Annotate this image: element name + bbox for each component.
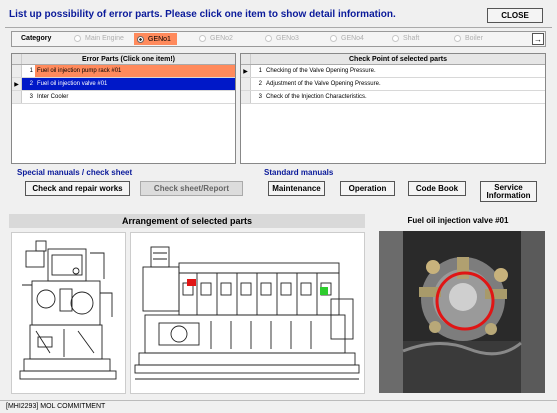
maintenance-button[interactable]: Maintenance [268, 181, 325, 196]
error-part-row[interactable]: 1 Fuel oil injection pump rack #01 [12, 65, 235, 78]
radio-dot-icon [392, 35, 399, 42]
row-number: 2 [22, 78, 35, 90]
error-part-row[interactable]: 3 Inter Cooler [12, 91, 235, 104]
instruction-text: List up possibility of error parts. Plea… [9, 9, 396, 20]
category-option-label: GENo1 [148, 35, 171, 43]
row-number: 3 [29, 94, 33, 100]
check-point-row[interactable]: 3 Check of the Injection Characteristics… [241, 91, 545, 104]
row-selector [241, 78, 251, 90]
radio-dot-icon [74, 35, 81, 42]
special-manuals-title: Special manuals / check sheet [17, 168, 133, 177]
check-points-header-label: Check Point of selected parts [348, 55, 448, 63]
category-shaft-radio[interactable]: Shaft [392, 35, 419, 42]
radio-dot-icon [199, 35, 206, 42]
engine-side-view-drawing [130, 232, 365, 394]
radio-dot-icon [265, 35, 272, 42]
row-number: 3 [258, 94, 262, 100]
check-and-repair-button[interactable]: Check and repair works [25, 181, 130, 196]
error-parts-header-label: Error Parts (Click one item!) [82, 55, 175, 63]
error-parts-header: Error Parts (Click one item!) [12, 54, 235, 65]
operation-button[interactable]: Operation [340, 181, 395, 196]
error-parts-grid: Error Parts (Click one item!) 1 Fuel oil… [11, 53, 236, 164]
close-button[interactable]: CLOSE [487, 8, 543, 23]
row-number: 2 [258, 81, 262, 87]
error-part-name: Fuel oil injection pump rack #01 [35, 65, 235, 77]
row-number: 1 [258, 68, 262, 74]
engine-end-view-drawing [11, 232, 126, 394]
engine-end-view-illustration [19, 240, 117, 380]
check-point-row[interactable]: ▶ 1 Checking of the Valve Opening Pressu… [241, 65, 545, 78]
service-information-button[interactable]: Service Information [480, 181, 537, 202]
engine-side-view-illustration [134, 246, 360, 380]
header-divider [5, 27, 552, 28]
radio-dot-icon [330, 35, 337, 42]
row-selector [12, 91, 22, 103]
category-boiler-radio[interactable]: Boiler [454, 35, 483, 42]
error-part-marker-green [320, 287, 328, 295]
row-number: 1 [29, 68, 33, 74]
category-option-label: Shaft [403, 35, 420, 42]
service-label-line2: Information [486, 190, 531, 200]
check-points-grid: Check Point of selected parts ▶ 1 Checki… [240, 53, 546, 164]
category-geno3-radio[interactable]: GENo3 [265, 35, 299, 42]
status-bar: [MHI2293] MOL COMMITMENT [0, 400, 557, 413]
check-point-text: Checking of the Valve Opening Pressure. [266, 68, 376, 74]
check-sheet-report-button[interactable]: Check sheet/Report [140, 181, 243, 196]
injection-valve-photo [379, 231, 545, 393]
error-part-row-selected[interactable]: ▶ 2 Fuel oil injection valve #01 [12, 78, 235, 91]
category-option-label: Boiler [465, 35, 483, 42]
arrow-right-icon: → [534, 34, 542, 44]
injection-valve-photo-illustration [379, 231, 545, 393]
part-detail-title: Fuel oil injection valve #01 [407, 216, 509, 225]
check-point-text: Check of the Injection Characteristics. [266, 94, 367, 100]
row-pointer-icon: ▶ [241, 65, 251, 77]
check-points-header: Check Point of selected parts [241, 54, 545, 65]
check-point-row[interactable]: 2 Adjustment of the Valve Opening Pressu… [241, 78, 545, 91]
category-geno1-radio[interactable]: GENo1 [134, 33, 177, 45]
category-option-label: Main Engine [85, 35, 124, 42]
row-pointer-icon: ▶ [12, 78, 22, 90]
category-geno2-radio[interactable]: GENo2 [199, 35, 233, 42]
category-label: Category [21, 35, 52, 42]
error-part-name: Fuel oil injection valve #01 [35, 78, 235, 90]
category-main-engine-radio[interactable]: Main Engine [74, 35, 124, 42]
category-geno4-radio[interactable]: GENo4 [330, 35, 364, 42]
header-corner [12, 54, 22, 64]
header-corner [241, 54, 251, 64]
next-arrow-button[interactable]: → [532, 33, 544, 45]
error-part-marker-red [187, 279, 196, 286]
category-option-label: GENo2 [210, 35, 233, 42]
error-part-name: Inter Cooler [37, 94, 69, 100]
category-bar: Category Main Engine GENo1 GENo2 GENo3 G… [11, 31, 546, 47]
code-book-button[interactable]: Code Book [408, 181, 466, 196]
check-point-text: Adjustment of the Valve Opening Pressure… [266, 81, 381, 87]
row-selector [241, 91, 251, 103]
category-option-label: GENo4 [341, 35, 364, 42]
category-option-label: GENo3 [276, 35, 299, 42]
radio-dot-icon [454, 35, 461, 42]
row-selector [12, 65, 22, 77]
standard-manuals-title: Standard manuals [264, 168, 334, 177]
radio-dot-icon [137, 35, 144, 43]
arrangement-title: Arrangement of selected parts [9, 214, 365, 228]
